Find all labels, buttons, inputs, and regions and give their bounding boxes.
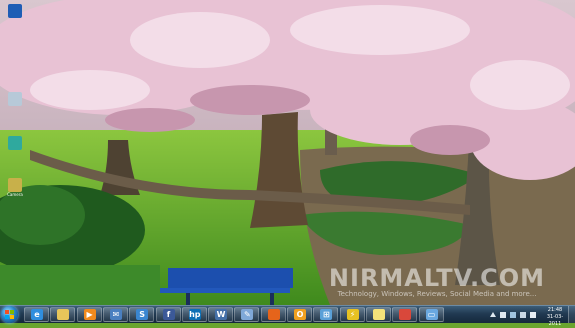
taskbar-button-chrome[interactable] [392, 307, 418, 322]
windows-logo-icon [5, 310, 14, 319]
desktop-icon-4[interactable]: Camera [4, 178, 26, 197]
firefox-icon [267, 309, 280, 320]
taskbar-button-notes[interactable] [365, 307, 391, 322]
facebook-icon: f [162, 309, 175, 320]
taskbar-button-writer[interactable]: W [208, 307, 234, 322]
power-icon[interactable] [510, 312, 516, 318]
winamp-icon: ⚡ [346, 309, 359, 320]
app-icon [8, 92, 22, 106]
taskbar-button-internet-explorer[interactable]: e [24, 307, 49, 322]
taskbar-button-media-player[interactable]: ▶ [76, 307, 102, 322]
taskbar-button-network[interactable]: ⊞ [313, 307, 339, 322]
taskbar-button-office[interactable]: O [287, 307, 312, 322]
taskbar-button-firefox[interactable] [260, 307, 286, 322]
desktop-icon-2[interactable] [4, 92, 26, 106]
writer-icon: W [215, 309, 228, 320]
desktop-wallpaper [0, 0, 575, 305]
folder-icon [57, 309, 70, 320]
chrome-icon [399, 309, 412, 320]
show-hidden-icons-icon[interactable] [490, 312, 496, 317]
internet-explorer-icon: e [31, 309, 43, 320]
flag-icon[interactable] [500, 312, 506, 318]
clock-time: 21:48 [547, 307, 563, 313]
volume-icon[interactable] [530, 312, 536, 318]
taskbar-button-folder[interactable] [50, 307, 76, 322]
mail-icon: ✉ [109, 309, 122, 320]
display-icon: ▭ [425, 309, 438, 320]
app-icon [8, 4, 22, 18]
desktop-icon-1[interactable] [4, 4, 26, 18]
taskbar-button-paint[interactable]: ✎ [234, 307, 260, 322]
office-icon: O [294, 309, 306, 320]
taskbar-button-hp[interactable]: hp [181, 307, 207, 322]
app-icon [8, 136, 22, 150]
clock[interactable]: 21:48 31-03-2011 [542, 307, 568, 328]
taskbar-button-mail[interactable]: ✉ [102, 307, 128, 322]
taskbar-button-winamp[interactable]: ⚡ [339, 307, 365, 322]
network-tray-icon[interactable] [520, 312, 526, 318]
desktop-icon-3[interactable] [4, 136, 26, 150]
start-button[interactable] [1, 306, 18, 323]
clock-date: 31-03-2011 [546, 314, 564, 327]
show-desktop-button[interactable] [568, 306, 575, 323]
taskbar-button-display[interactable]: ▭ [418, 307, 444, 322]
desktop-icon-label: Camera [7, 192, 23, 197]
hp-icon: hp [188, 309, 201, 320]
system-tray: 21:48 31-03-2011 [470, 306, 575, 327]
network-icon: ⊞ [320, 309, 333, 320]
taskbar-button-messenger[interactable]: S [129, 307, 155, 322]
camera-icon [8, 178, 22, 192]
paint-icon: ✎ [241, 309, 254, 320]
taskbar: e ▶ ✉ Sf hp W ✎ O ⊞ ⚡ ▭ 21:48 31-03-2011 [0, 305, 575, 327]
messenger-icon: S [136, 309, 149, 320]
media-player-icon: ▶ [83, 309, 96, 320]
taskbar-button-facebook[interactable]: f [155, 307, 181, 322]
notes-icon [372, 309, 385, 320]
